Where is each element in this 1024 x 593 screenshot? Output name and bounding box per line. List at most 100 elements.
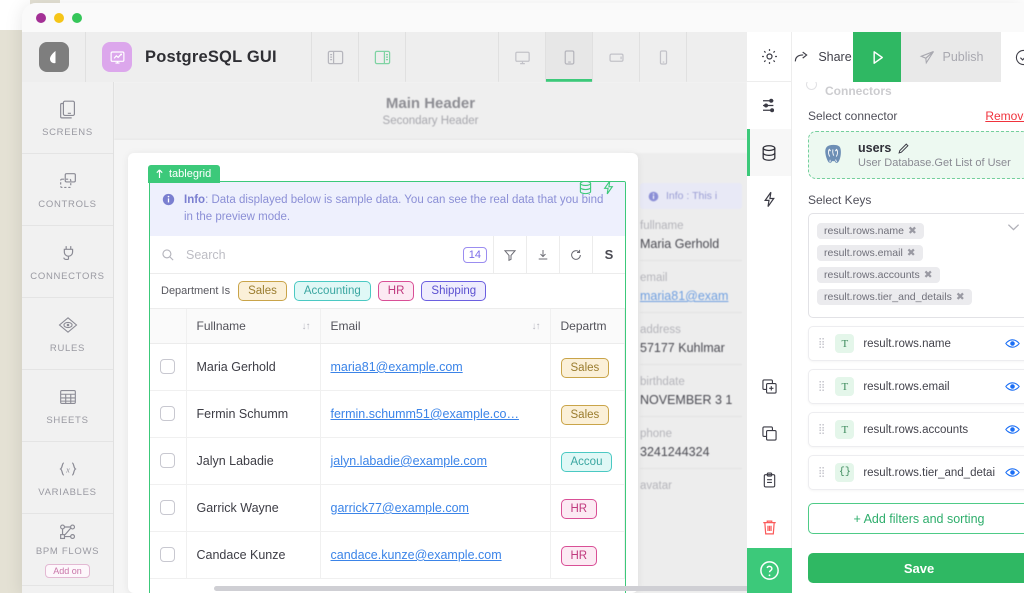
- sidebar-item-variables[interactable]: x VARIABLES: [22, 442, 113, 514]
- field-row[interactable]: ⣿ T result.rows.name: [808, 326, 1024, 361]
- chevron-down-icon[interactable]: [1007, 223, 1020, 232]
- filter-icon[interactable]: [493, 236, 526, 273]
- sidebar-item-bpm-flows[interactable]: BPM FLOWS Add on: [22, 514, 113, 586]
- settings-letter-button[interactable]: S: [592, 236, 625, 273]
- app-title-area[interactable]: PostgreSQL GUI: [86, 32, 312, 82]
- eye-icon[interactable]: [1005, 424, 1020, 435]
- rail-item-delete[interactable]: [747, 504, 791, 551]
- select-keys-field[interactable]: result.rows.name✖ result.rows.email✖ res…: [808, 213, 1024, 318]
- row-checkbox[interactable]: [160, 500, 175, 515]
- save-button[interactable]: Save: [808, 553, 1024, 583]
- rail-item-data[interactable]: [747, 129, 791, 176]
- download-icon[interactable]: [526, 236, 559, 273]
- key-chip[interactable]: result.rows.tier_and_details✖: [817, 289, 972, 305]
- row-checkbox[interactable]: [160, 547, 175, 562]
- close-window-button[interactable]: [36, 13, 46, 23]
- rail-item-duplicate[interactable]: [747, 363, 791, 410]
- field-row[interactable]: ⣿ T result.rows.email: [808, 369, 1024, 404]
- row-checkbox-cell[interactable]: [150, 484, 186, 531]
- select-all-header[interactable]: [150, 309, 186, 343]
- table-row[interactable]: Garrick Wayne garrick77@example.com HR: [150, 484, 625, 531]
- brand-logo-button[interactable]: [22, 32, 86, 82]
- sort-icon[interactable]: ↓↑: [302, 321, 310, 332]
- mobile-icon[interactable]: [640, 32, 687, 82]
- maximize-window-button[interactable]: [72, 13, 82, 23]
- row-checkbox-cell[interactable]: [150, 531, 186, 578]
- cell-email[interactable]: maria81@example.com: [320, 343, 550, 390]
- cell-email[interactable]: garrick77@example.com: [320, 484, 550, 531]
- email-link[interactable]: garrick77@example.com: [331, 501, 469, 515]
- add-filters-and-sorting-button[interactable]: + Add filters and sorting: [808, 503, 1024, 534]
- row-checkbox[interactable]: [160, 453, 175, 468]
- email-link[interactable]: maria81@example.com: [331, 360, 463, 374]
- filter-chip-accounting[interactable]: Accounting: [294, 281, 371, 301]
- column-header-fullname[interactable]: Fullname ↓↑: [186, 309, 320, 343]
- field-row[interactable]: ⣿ T result.rows.accounts: [808, 412, 1024, 447]
- rail-item-properties[interactable]: [747, 82, 791, 129]
- minimize-window-button[interactable]: [54, 13, 64, 23]
- email-link[interactable]: candace.kunze@example.com: [331, 548, 502, 562]
- cell-email[interactable]: jalyn.labadie@example.com: [320, 437, 550, 484]
- pencil-edit-icon[interactable]: [897, 142, 910, 155]
- eye-icon[interactable]: [1005, 338, 1020, 349]
- key-chip[interactable]: result.rows.accounts✖: [817, 267, 940, 283]
- settings-gear-icon[interactable]: [747, 32, 791, 82]
- cell-email[interactable]: candace.kunze@example.com: [320, 531, 550, 578]
- email-link[interactable]: jalyn.labadie@example.com: [331, 454, 488, 468]
- eye-icon[interactable]: [1005, 467, 1020, 478]
- cell-email[interactable]: fermin.schumm51@example.co…: [320, 390, 550, 437]
- connector-card[interactable]: users User Database.Get List of User: [808, 131, 1024, 179]
- desktop-icon[interactable]: [499, 32, 546, 82]
- eye-icon[interactable]: [1005, 381, 1020, 392]
- share-button[interactable]: Share: [792, 32, 853, 82]
- table-row[interactable]: Fermin Schumm fermin.schumm51@example.co…: [150, 390, 625, 437]
- search-input[interactable]: Search: [186, 248, 226, 262]
- row-checkbox-cell[interactable]: [150, 437, 186, 484]
- table-row[interactable]: Maria Gerhold maria81@example.com Sales: [150, 343, 625, 390]
- sort-icon[interactable]: ↓↑: [532, 321, 540, 332]
- layout-right-panel-icon[interactable]: [359, 32, 406, 82]
- filter-chip-shipping[interactable]: Shipping: [421, 281, 486, 301]
- sidebar-item-connectors[interactable]: CONNECTORS: [22, 226, 113, 298]
- row-checkbox[interactable]: [160, 406, 175, 421]
- filter-chip-sales[interactable]: Sales: [238, 281, 287, 301]
- filter-chip-hr[interactable]: HR: [378, 281, 415, 301]
- drag-handle-icon[interactable]: ⣿: [818, 426, 826, 433]
- sidebar-item-rules[interactable]: RULES: [22, 298, 113, 370]
- remove-chip-icon[interactable]: ✖: [907, 247, 916, 259]
- tablet-landscape-icon[interactable]: [593, 32, 640, 82]
- remove-chip-icon[interactable]: ✖: [956, 291, 965, 303]
- key-chip[interactable]: result.rows.email✖: [817, 245, 923, 261]
- help-button[interactable]: [747, 548, 792, 593]
- search-input-area[interactable]: Search: [150, 236, 463, 273]
- remove-chip-icon[interactable]: ✖: [908, 225, 917, 237]
- column-header-department[interactable]: Departm: [550, 309, 625, 343]
- row-checkbox-cell[interactable]: [150, 343, 186, 390]
- row-checkbox[interactable]: [160, 359, 175, 374]
- tablegrid-selection-tag[interactable]: tablegrid: [148, 165, 220, 183]
- key-chip[interactable]: result.rows.name✖: [817, 223, 924, 239]
- table-row[interactable]: Jalyn Labadie jalyn.labadie@example.com …: [150, 437, 625, 484]
- sidebar-item-controls[interactable]: CONTROLS: [22, 154, 113, 226]
- remove-connector-link[interactable]: Remove: [985, 109, 1024, 123]
- email-link[interactable]: fermin.schumm51@example.co…: [331, 407, 519, 421]
- sidebar-item-sheets[interactable]: SHEETS: [22, 370, 113, 442]
- preview-play-button[interactable]: [853, 32, 901, 82]
- column-header-email[interactable]: Email ↓↑: [320, 309, 550, 343]
- tablet-icon[interactable]: [546, 32, 593, 82]
- canvas-horizontal-scrollbar[interactable]: [214, 586, 747, 591]
- detail-field-value[interactable]: maria81@exam: [640, 289, 742, 303]
- rail-item-paste[interactable]: [747, 457, 791, 504]
- drag-handle-icon[interactable]: ⣿: [818, 383, 826, 390]
- rail-item-actions[interactable]: [747, 176, 791, 223]
- layout-left-panel-icon[interactable]: [312, 32, 359, 82]
- check-circle-icon[interactable]: [1001, 32, 1024, 82]
- field-row[interactable]: ⣿ {} result.rows.tier_and_detai…: [808, 455, 1024, 490]
- row-checkbox-cell[interactable]: [150, 390, 186, 437]
- rail-item-copy[interactable]: [747, 410, 791, 457]
- publish-button[interactable]: Publish: [901, 32, 1001, 82]
- remove-chip-icon[interactable]: ✖: [924, 269, 933, 281]
- refresh-icon[interactable]: [559, 236, 592, 273]
- drag-handle-icon[interactable]: ⣿: [818, 340, 826, 347]
- drag-handle-icon[interactable]: ⣿: [818, 469, 826, 476]
